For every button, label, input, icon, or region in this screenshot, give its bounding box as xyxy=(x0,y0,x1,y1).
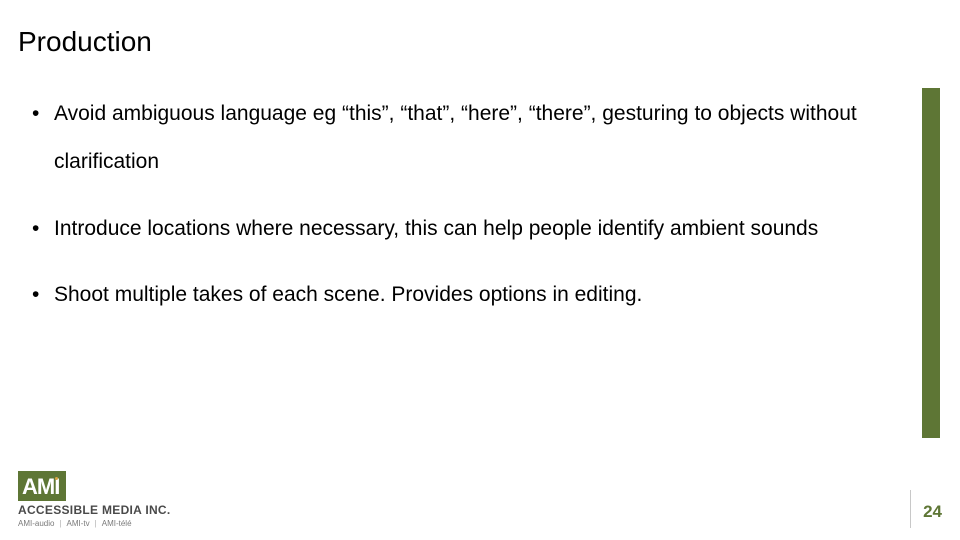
slide-footer: AMI ACCESSIBLE MEDIA INC. AMI-audio|AMI-… xyxy=(18,471,942,528)
ami-logo-icon: AMI xyxy=(18,471,66,501)
page-number: 24 xyxy=(923,502,942,528)
slide: Production Avoid ambiguous language eg “… xyxy=(0,0,960,540)
company-name: ACCESSIBLE MEDIA INC. xyxy=(18,503,171,517)
logo-block: AMI ACCESSIBLE MEDIA INC. AMI-audio|AMI-… xyxy=(18,471,171,528)
divider-icon: | xyxy=(90,519,102,528)
sub-brand-label: AMI-télé xyxy=(102,519,132,528)
sub-brand-label: AMI-audio xyxy=(18,519,54,528)
sub-brand-label: AMI-tv xyxy=(67,519,90,528)
logo-letters: AMI xyxy=(22,474,59,500)
divider-icon: | xyxy=(54,519,66,528)
list-item: Avoid ambiguous language eg “this”, “tha… xyxy=(30,90,905,187)
accent-side-bar xyxy=(922,88,940,438)
logo-dot-icon xyxy=(55,477,58,480)
bullet-list: Avoid ambiguous language eg “this”, “tha… xyxy=(30,90,905,319)
slide-content: Avoid ambiguous language eg “this”, “tha… xyxy=(30,90,905,337)
page-number-block: 24 xyxy=(910,490,942,528)
slide-title: Production xyxy=(18,26,152,58)
logo-top-row: AMI xyxy=(18,471,171,501)
page-divider xyxy=(910,490,911,528)
sub-brands: AMI-audio|AMI-tv|AMI-télé xyxy=(18,519,171,528)
list-item: Shoot multiple takes of each scene. Prov… xyxy=(30,271,905,319)
list-item: Introduce locations where necessary, thi… xyxy=(30,205,905,253)
